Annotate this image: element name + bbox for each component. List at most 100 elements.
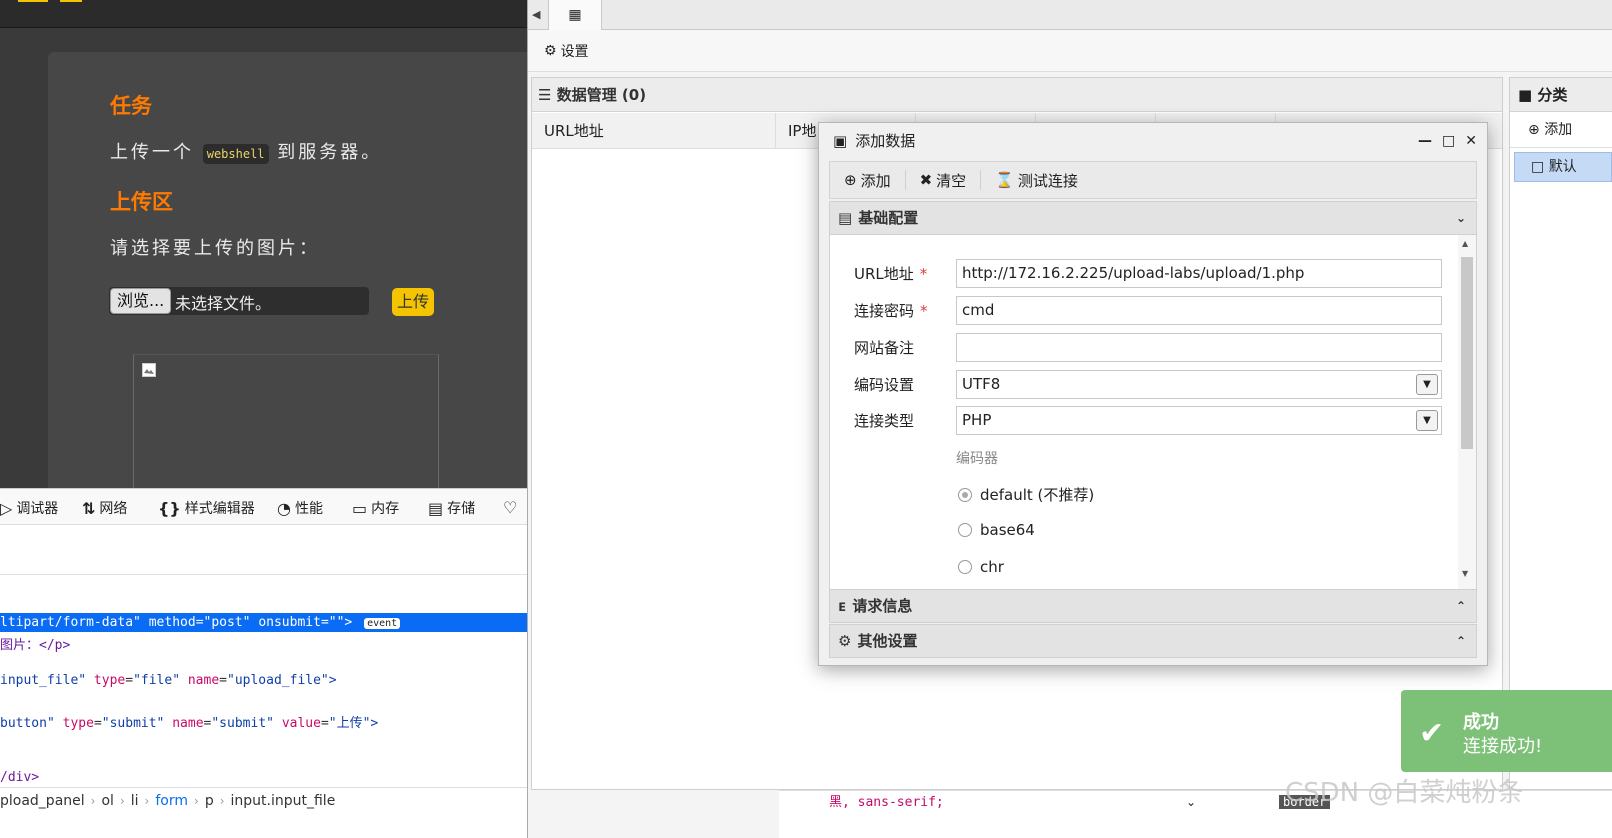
radio-unchecked[interactable] — [958, 560, 972, 574]
upload-panel: 任务 上传一个 webshell 到服务器。 上传区 请选择要上传的图片： 浏览… — [48, 52, 527, 488]
basic-config-form: URL地址 * http://172.16.2.225/upload-labs/u… — [829, 235, 1477, 589]
event-badge[interactable]: event — [364, 618, 401, 629]
task-text-before: 上传一个 — [110, 142, 194, 163]
radio-unchecked[interactable] — [958, 523, 972, 537]
add-button[interactable]: ⊕ 添加 — [830, 170, 906, 190]
code-line-input-button[interactable]: button" type="submit" name="submit" valu… — [0, 712, 378, 731]
dialog-title: 添加数据 — [855, 132, 916, 150]
password-input[interactable]: cmd — [956, 296, 1442, 325]
settings-label: 设置 — [560, 44, 589, 60]
dialog-titlebar[interactable]: ▣ 添加数据 — [819, 123, 1487, 159]
request-info-header[interactable]: ᴇ 请求信息 ⌃ — [829, 589, 1477, 623]
code-text: onsubmit — [258, 615, 321, 630]
tab-scroll-left-icon[interactable]: ◀ — [532, 8, 540, 21]
breadcrumb-item[interactable]: ol — [101, 793, 113, 809]
document-icon: ▤ — [838, 209, 853, 227]
radio-label: default (不推荐) — [980, 486, 1095, 504]
basic-config-label: 基础配置 — [858, 209, 919, 227]
test-label: 测试连接 — [1017, 171, 1078, 190]
breadcrumb-item[interactable]: form — [155, 793, 188, 809]
type-select[interactable]: PHP ▼ — [956, 406, 1442, 435]
code-text: button" — [0, 716, 55, 731]
other-settings-header[interactable]: ⚙ 其他设置 ⌃ — [829, 624, 1477, 658]
code-line-input-file[interactable]: input_file" type="file" name="upload_fil… — [0, 673, 337, 688]
code-line-div-close[interactable]: /div> — [0, 770, 39, 785]
task-title: 任务 — [110, 94, 152, 118]
basic-config-header[interactable]: ▤ 基础配置 ⌄ — [829, 201, 1477, 235]
tab-label: 调试器 — [16, 501, 59, 517]
gear-icon: ⚙ — [544, 43, 557, 59]
form-scrollbar[interactable]: ▲ ▼ — [1458, 235, 1476, 589]
add-label: 添加 — [860, 171, 891, 190]
tab-home[interactable]: ▦ — [548, 0, 602, 30]
chevron-down-icon[interactable]: ▼ — [1416, 410, 1438, 431]
task-description: 上传一个 webshell 到服务器。 — [110, 138, 382, 164]
note-input[interactable] — [956, 333, 1442, 362]
category-panel: ■ 分类 ⊕ 添加 □ 默认 — [1509, 77, 1612, 790]
category-header: ■ 分类 — [1510, 78, 1612, 112]
code-text: "upload_file"> — [227, 673, 337, 688]
breadcrumb-item[interactable]: li — [131, 793, 139, 809]
memory-icon: ▭ — [352, 498, 368, 518]
maximize-icon[interactable]: □ — [1442, 133, 1455, 149]
main-toolbar: ⚙ 设置 — [528, 30, 1612, 72]
code-text: input_file" — [0, 673, 87, 688]
encoder-option-chr[interactable]: chr — [958, 558, 1004, 576]
category-add-label: 添加 — [1544, 122, 1573, 138]
encoding-value: UTF8 — [962, 375, 1001, 393]
tab-accessibility[interactable]: ♡ — [503, 498, 517, 517]
clear-button[interactable]: ✖ 清空 — [906, 170, 982, 190]
spinner-icon: ⌛ — [995, 171, 1014, 189]
success-toast: ✔ 成功 连接成功! — [1401, 690, 1612, 772]
category-add-button[interactable]: ⊕ 添加 — [1510, 112, 1612, 148]
encoder-option-base64[interactable]: base64 — [958, 521, 1035, 539]
breadcrumb-item[interactable]: pload_panel — [0, 793, 85, 809]
tab-debugger[interactable]: ▷ 调试器 — [0, 498, 58, 518]
breadcrumb-item[interactable]: p — [205, 793, 214, 809]
url-input[interactable]: http://172.16.2.225/upload-labs/upload/1… — [956, 259, 1442, 288]
window-icon: ▣ — [833, 132, 848, 150]
encoder-option-default[interactable]: default (不推荐) — [958, 484, 1094, 505]
settings-button[interactable]: ⚙ 设置 — [544, 41, 589, 61]
file-input[interactable]: 浏览... 未选择文件。 — [109, 287, 369, 315]
chevron-down-icon[interactable]: ⌄ — [1186, 795, 1196, 809]
radio-checked[interactable] — [958, 487, 972, 502]
browse-button[interactable]: 浏览... — [110, 288, 172, 314]
image-preview — [133, 354, 439, 488]
radio-label: base64 — [980, 521, 1035, 539]
chevron-up-icon: ⌃ — [1455, 634, 1466, 648]
code-text: 图片：</p> — [0, 638, 71, 653]
chevron-right-icon: › — [194, 793, 199, 808]
tab-style-editor[interactable]: {} 样式编辑器 — [158, 498, 255, 518]
debugger-icon: ▷ — [0, 498, 13, 518]
chevron-right-icon: › — [119, 793, 125, 808]
page-topbar — [0, 0, 527, 28]
breadcrumb-item[interactable]: input.input_file — [231, 793, 336, 809]
scrollbar-thumb[interactable] — [1461, 257, 1473, 449]
test-connection-button[interactable]: ⌛ 测试连接 — [981, 170, 1092, 190]
upload-button[interactable]: 上传 — [392, 288, 434, 316]
tab-label: 存储 — [447, 501, 476, 517]
scroll-down-icon[interactable]: ▼ — [1462, 569, 1468, 578]
tab-memory[interactable]: ▭ 内存 — [352, 498, 399, 518]
other-settings-label: 其他设置 — [857, 632, 918, 650]
add-data-dialog: ▣ 添加数据 — □ ✕ ⊕ 添加 ✖ 清空 ⌛ 测试连接 ▤ 基础配置 ⌄ U… — [818, 122, 1488, 666]
close-icon[interactable]: ✕ — [1465, 133, 1477, 149]
scroll-up-icon[interactable]: ▲ — [1462, 239, 1468, 248]
code-line-form[interactable]: ltipart/form-data" method="post" onsubmi… — [0, 613, 527, 632]
minimize-icon[interactable]: — — [1418, 133, 1432, 149]
dialog-toolbar: ⊕ 添加 ✖ 清空 ⌛ 测试连接 — [829, 161, 1477, 199]
tab-performance[interactable]: ◔ 性能 — [277, 498, 323, 518]
category-default[interactable]: □ 默认 — [1514, 152, 1612, 182]
column-url[interactable]: URL地址 — [532, 113, 776, 149]
tab-storage[interactable]: ▤ 存储 — [428, 498, 475, 518]
tab-network[interactable]: ⇅ 网络 — [82, 498, 127, 518]
devtools-tabs: ▷ 调试器 ⇅ 网络 {} 样式编辑器 ◔ 性能 ▭ 内存 ▤ 存储 ♡ — [0, 489, 527, 525]
chevron-down-icon[interactable]: ▼ — [1416, 374, 1438, 395]
devtools-search-bar[interactable] — [0, 525, 527, 575]
encoding-select[interactable]: UTF8 ▼ — [956, 370, 1442, 399]
code-line-p[interactable]: 图片：</p> — [0, 634, 70, 653]
code-text: "post" — [203, 615, 251, 630]
choose-text: 请选择要上传的图片： — [110, 238, 320, 259]
code-text: type — [93, 673, 126, 688]
